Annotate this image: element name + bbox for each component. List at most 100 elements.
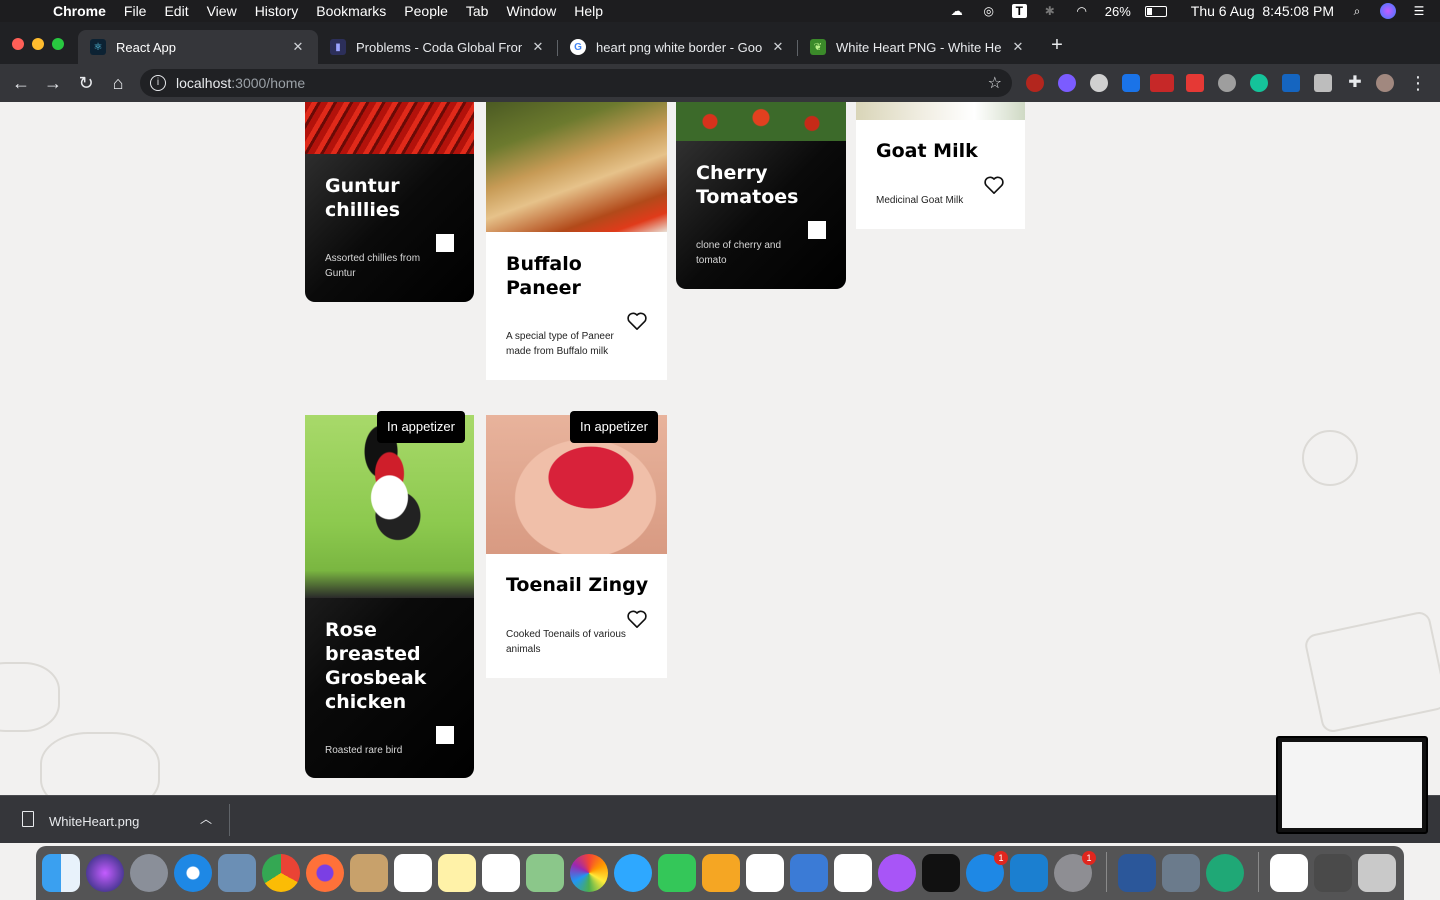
- reload-icon[interactable]: ↻: [75, 72, 97, 94]
- siri-icon[interactable]: [1380, 3, 1396, 19]
- heart-icon[interactable]: [626, 311, 648, 331]
- menu-window[interactable]: Window: [497, 0, 565, 22]
- home-icon[interactable]: ⌂: [107, 72, 129, 94]
- extensions-puzzle-icon[interactable]: ✚: [1346, 74, 1364, 92]
- apple-tv-icon[interactable]: [922, 854, 960, 892]
- bookmark-star-icon[interactable]: ☆: [988, 73, 1002, 93]
- close-tab-icon[interactable]: ✕: [1010, 39, 1026, 55]
- favorite-button[interactable]: [436, 726, 454, 744]
- menubar-clock[interactable]: Thu 6 Aug 8:45:08 PM: [1191, 3, 1334, 19]
- profile-avatar[interactable]: [1376, 74, 1394, 92]
- notification-badge: 1: [994, 851, 1008, 865]
- product-card[interactable]: Cherry Tomatoes clone of cherry and toma…: [676, 102, 846, 289]
- reminders-icon[interactable]: [482, 854, 520, 892]
- address-url[interactable]: localhost:3000/home: [176, 75, 305, 91]
- downloads-stack-icon[interactable]: [1270, 854, 1308, 892]
- battery-icon[interactable]: [1144, 5, 1167, 17]
- edge-icon[interactable]: [1206, 854, 1244, 892]
- screenshots-stack-icon[interactable]: [1314, 854, 1352, 892]
- typeeto-icon[interactable]: T: [1011, 4, 1027, 18]
- site-info-icon[interactable]: i: [150, 75, 166, 91]
- facetime-icon[interactable]: [658, 854, 696, 892]
- calendar-icon[interactable]: [394, 854, 432, 892]
- window-close-button[interactable]: [12, 38, 24, 50]
- creative-cloud-icon[interactable]: ☁: [948, 4, 966, 18]
- menu-history[interactable]: History: [246, 0, 308, 22]
- product-card[interactable]: Guntur chillies Assorted chillies from G…: [305, 102, 474, 302]
- translate-extension-icon[interactable]: [1122, 74, 1140, 92]
- safari-icon[interactable]: [174, 854, 212, 892]
- chrome-menu-icon[interactable]: ⋮: [1407, 72, 1429, 94]
- siri-dock-icon[interactable]: [86, 854, 124, 892]
- new-extension-icon[interactable]: [1150, 74, 1174, 92]
- menu-app-name[interactable]: Chrome: [44, 0, 115, 22]
- ghostery-extension-icon[interactable]: [1058, 74, 1076, 92]
- tab-coda-problems[interactable]: ▮ Problems - Coda Global Fronte ✕: [318, 30, 558, 64]
- bluetooth-icon[interactable]: ✱: [1041, 4, 1059, 18]
- close-tab-icon[interactable]: ✕: [770, 39, 786, 55]
- grammarly-extension-icon[interactable]: [1250, 74, 1268, 92]
- notes-icon[interactable]: [438, 854, 476, 892]
- macos-menubar: Chrome File Edit View History Bookmarks …: [0, 0, 1440, 22]
- product-card[interactable]: Goat Milk Medicinal Goat Milk: [856, 102, 1025, 229]
- product-card[interactable]: Buffalo Paneer A special type of Paneer …: [486, 102, 667, 380]
- address-bar[interactable]: i localhost:3000/home ☆: [140, 69, 1012, 97]
- podcasts-icon[interactable]: [878, 854, 916, 892]
- puzzle-red-extension-icon[interactable]: [1186, 74, 1204, 92]
- favorite-button[interactable]: [436, 234, 454, 252]
- trash-icon[interactable]: [1358, 854, 1396, 892]
- forward-arrow-icon[interactable]: →: [42, 72, 64, 94]
- close-tab-icon[interactable]: ✕: [290, 39, 306, 55]
- menu-tab[interactable]: Tab: [457, 0, 498, 22]
- sync-icon[interactable]: ◎: [980, 4, 998, 18]
- finder-icon[interactable]: [42, 854, 80, 892]
- devtools-extension-icon[interactable]: [1282, 74, 1300, 92]
- favorite-button[interactable]: [808, 221, 826, 239]
- chrome-dock-icon[interactable]: [262, 854, 300, 892]
- heart-icon[interactable]: [626, 609, 648, 629]
- menu-edit[interactable]: Edit: [155, 0, 197, 22]
- preview-bird-icon[interactable]: [218, 854, 256, 892]
- wifi-icon[interactable]: ◠: [1073, 4, 1091, 18]
- new-tab-button[interactable]: +: [1046, 34, 1068, 56]
- menu-file[interactable]: File: [115, 0, 156, 22]
- menu-help[interactable]: Help: [565, 0, 612, 22]
- keynote-icon[interactable]: [790, 854, 828, 892]
- menu-view[interactable]: View: [198, 0, 246, 22]
- pages-icon[interactable]: [702, 854, 740, 892]
- music-icon[interactable]: [834, 854, 872, 892]
- tab-white-heart-png[interactable]: ❦ White Heart PNG - White Heart ✕: [798, 30, 1038, 64]
- menu-bookmarks[interactable]: Bookmarks: [307, 0, 395, 22]
- screenshot-thumbnail[interactable]: [1276, 736, 1428, 834]
- word-icon[interactable]: [1118, 854, 1156, 892]
- product-description: Medicinal Goat Milk: [876, 195, 964, 206]
- window-minimize-button[interactable]: [32, 38, 44, 50]
- numbers-icon[interactable]: [746, 854, 784, 892]
- photos-icon[interactable]: [570, 854, 608, 892]
- record-extension-icon[interactable]: [1218, 74, 1236, 92]
- clock-extension-icon[interactable]: [1090, 74, 1108, 92]
- ublock-extension-icon[interactable]: [1026, 74, 1044, 92]
- window-zoom-button[interactable]: [52, 38, 64, 50]
- firefox-icon[interactable]: [306, 854, 344, 892]
- maps-icon[interactable]: [526, 854, 564, 892]
- messages-icon[interactable]: [614, 854, 652, 892]
- tab-google-search[interactable]: G heart png white border - Googl ✕: [558, 30, 798, 64]
- download-bar: WhiteHeart.png ︿: [0, 795, 1440, 843]
- menu-people[interactable]: People: [395, 0, 457, 22]
- back-arrow-icon[interactable]: ←: [10, 72, 32, 94]
- product-card[interactable]: Toenail Zingy Cooked Toenails of various…: [486, 415, 667, 678]
- contacts-icon[interactable]: [350, 854, 388, 892]
- spotlight-search-icon[interactable]: ⌕: [1348, 4, 1366, 18]
- chevron-up-icon[interactable]: ︿: [200, 810, 212, 827]
- image-capture-icon[interactable]: [1162, 854, 1200, 892]
- vscode-icon[interactable]: [1010, 854, 1048, 892]
- download-filename[interactable]: WhiteHeart.png: [49, 814, 139, 829]
- grid-extension-icon[interactable]: [1314, 74, 1332, 92]
- launchpad-icon[interactable]: [130, 854, 168, 892]
- tab-react-app[interactable]: ⚛ React App ✕: [78, 30, 318, 64]
- close-tab-icon[interactable]: ✕: [530, 39, 546, 55]
- notification-center-icon[interactable]: ☰: [1410, 4, 1428, 18]
- heart-icon[interactable]: [983, 175, 1005, 195]
- product-card[interactable]: Rose breasted Grosbeak chicken Roasted r…: [305, 415, 474, 778]
